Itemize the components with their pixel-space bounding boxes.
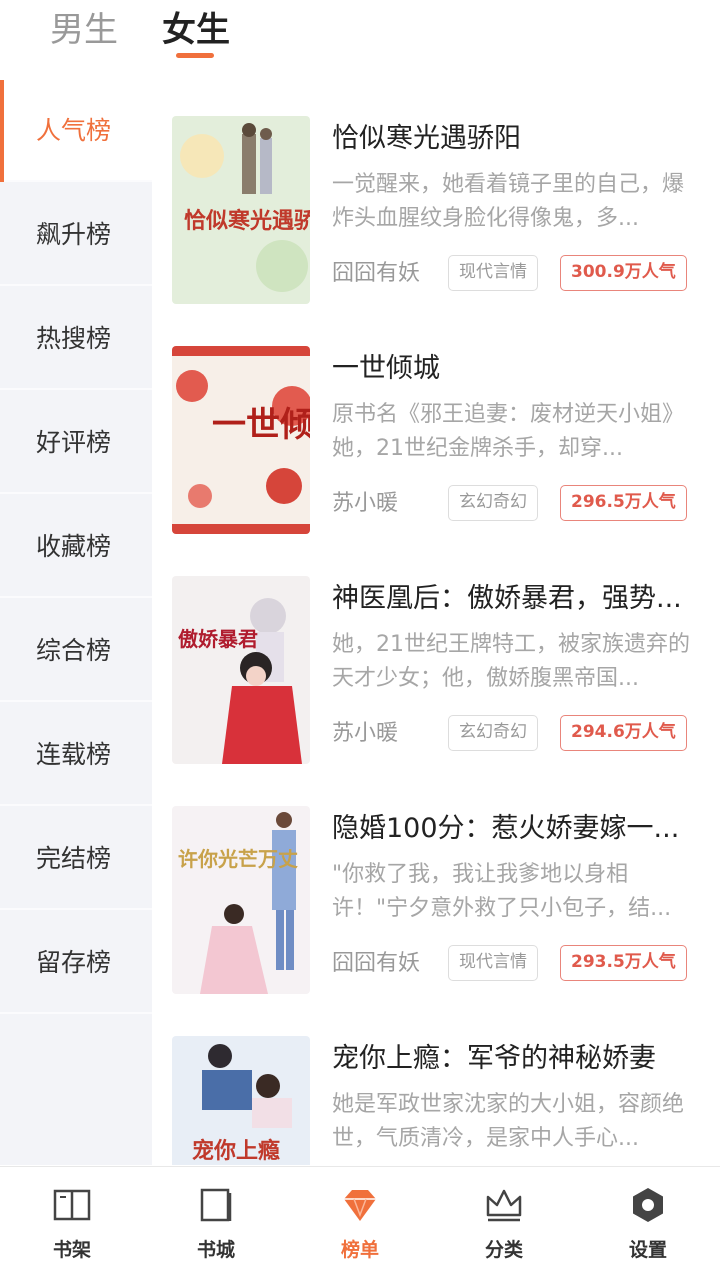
book-cover[interactable]: 一世倾城 [172, 346, 310, 534]
book-cover[interactable]: 傲娇暴君 [172, 576, 310, 764]
sidebar-item-favorites[interactable]: 收藏榜 [0, 496, 152, 598]
book-title[interactable]: 恰似寒光遇骄阳 [332, 120, 702, 158]
bookstore-icon [200, 1188, 232, 1222]
list-item[interactable]: 恰似寒光遇骄阳 恰似寒光遇骄阳 一觉醒来，她看着镜子里的自己，爆炸头血腥纹身脸化… [152, 116, 720, 346]
cover-title: 一世倾城 [212, 405, 310, 445]
tab-male[interactable]: 男生 [50, 8, 118, 52]
sidebar-item-label: 人气榜 [36, 116, 112, 145]
hexagon-settings-icon [633, 1188, 663, 1222]
sidebar-item-label: 好评榜 [36, 428, 112, 457]
nav-bookshelf[interactable]: 书架 [0, 1167, 144, 1280]
book-title[interactable]: 宠你上瘾：军爷的神秘娇妻 [332, 1040, 702, 1078]
popularity-badge: 294.6万人气 [560, 715, 687, 751]
active-tab-indicator [176, 53, 214, 58]
ranking-sidebar: 人气榜 飙升榜 热搜榜 好评榜 收藏榜 综合榜 连载榜 完结榜 留存榜 [0, 80, 152, 1165]
nav-label: 分类 [484, 1239, 523, 1261]
sidebar-item-hot-search[interactable]: 热搜榜 [0, 288, 152, 390]
book-description: 原书名《邪王追妻：废材逆天小姐》她，21世纪金牌杀手，却穿... [332, 402, 685, 461]
list-item[interactable]: 傲娇暴君 神医凰后：傲娇暴君，强势... 她，21世纪王牌特工，被家族遗弃的天才… [152, 576, 720, 806]
list-item[interactable]: 许你光芒万丈 隐婚100分：惹火娇妻嫁一... "你救了我，我让我爹地以身相许！… [152, 806, 720, 1036]
sidebar-item-finished[interactable]: 完结榜 [0, 808, 152, 910]
book-list: 恰似寒光遇骄阳 恰似寒光遇骄阳 一觉醒来，她看着镜子里的自己，爆炸头血腥纹身脸化… [152, 80, 720, 1165]
book-description: 她是军政世家沈家的大小姐，容颜绝世，气质清冷，是家中人手心... [332, 1092, 685, 1151]
genre-tag: 玄幻奇幻 [448, 485, 538, 521]
nav-settings[interactable]: 设置 [576, 1167, 720, 1280]
sidebar-item-retention[interactable]: 留存榜 [0, 912, 152, 1014]
genre-tag: 玄幻奇幻 [448, 715, 538, 751]
genre-tag: 现代言情 [448, 255, 538, 291]
sidebar-item-label: 完结榜 [36, 844, 112, 873]
bottom-navigation: 书架 书城 榜单 分类 设置 [0, 1166, 720, 1280]
nav-ranking[interactable]: 榜单 [288, 1167, 432, 1280]
book-cover[interactable]: 恰似寒光遇骄阳 [172, 116, 310, 304]
nav-bookstore[interactable]: 书城 [144, 1167, 288, 1280]
sidebar-item-label: 综合榜 [36, 636, 112, 665]
book-description: "你救了我，我让我爹地以身相许！"宁夕意外救了只小包子，结... [332, 862, 672, 921]
book-title[interactable]: 神医凰后：傲娇暴君，强势... [332, 580, 702, 618]
cover-title: 恰似寒光遇骄阳 [184, 208, 310, 234]
sidebar-item-popular[interactable]: 人气榜 [0, 80, 152, 182]
bookshelf-icon [53, 1189, 91, 1221]
nav-category[interactable]: 分类 [432, 1167, 576, 1280]
book-description: 一觉醒来，她看着镜子里的自己，爆炸头血腥纹身脸化得像鬼，多... [332, 172, 685, 231]
book-author: 苏小暖 [332, 721, 399, 746]
sidebar-item-label: 连载榜 [36, 740, 112, 769]
sidebar-item-serial[interactable]: 连载榜 [0, 704, 152, 806]
crown-icon [486, 1189, 522, 1222]
book-cover[interactable]: 许你光芒万丈 [172, 806, 310, 994]
cover-title: 宠你上瘾 [192, 1138, 280, 1164]
tab-female[interactable]: 女生 [162, 8, 230, 52]
popularity-badge: 296.5万人气 [560, 485, 687, 521]
nav-label: 榜单 [340, 1239, 379, 1261]
book-author: 苏小暖 [332, 491, 399, 516]
book-cover[interactable]: 宠你上瘾 [172, 1036, 310, 1165]
sidebar-item-label: 收藏榜 [36, 532, 112, 561]
nav-label: 书城 [196, 1239, 235, 1261]
popularity-badge: 293.5万人气 [560, 945, 687, 981]
sidebar-item-label: 飙升榜 [36, 220, 112, 249]
gender-tab-bar: 男生 女生 [0, 0, 720, 78]
cover-title: 傲娇暴君 [178, 627, 258, 651]
sidebar-item-label: 热搜榜 [36, 324, 112, 353]
book-title[interactable]: 隐婚100分：惹火娇妻嫁一... [332, 810, 702, 848]
sidebar-item-rising[interactable]: 飙升榜 [0, 184, 152, 286]
cover-title: 许你光芒万丈 [178, 847, 298, 871]
genre-tag: 现代言情 [448, 945, 538, 981]
book-author: 囧囧有妖 [332, 261, 421, 286]
sidebar-item-label: 留存榜 [36, 948, 112, 977]
list-item[interactable]: 一世倾城 一世倾城 原书名《邪王追妻：废材逆天小姐》她，21世纪金牌杀手，却穿.… [152, 346, 720, 576]
nav-label: 书架 [52, 1239, 91, 1261]
popularity-badge: 300.9万人气 [560, 255, 687, 291]
diamond-icon [344, 1190, 376, 1221]
nav-label: 设置 [628, 1239, 667, 1261]
book-author: 囧囧有妖 [332, 951, 421, 976]
sidebar-item-overall[interactable]: 综合榜 [0, 600, 152, 702]
book-description: 她，21世纪王牌特工，被家族遗弃的天才少女；他，傲娇腹黑帝国... [332, 632, 690, 691]
sidebar-item-good-review[interactable]: 好评榜 [0, 392, 152, 494]
active-indicator [0, 80, 4, 182]
book-title[interactable]: 一世倾城 [332, 350, 702, 388]
list-item[interactable]: 宠你上瘾 宠你上瘾：军爷的神秘娇妻 她是军政世家沈家的大小姐，容颜绝世，气质清冷… [152, 1036, 720, 1165]
